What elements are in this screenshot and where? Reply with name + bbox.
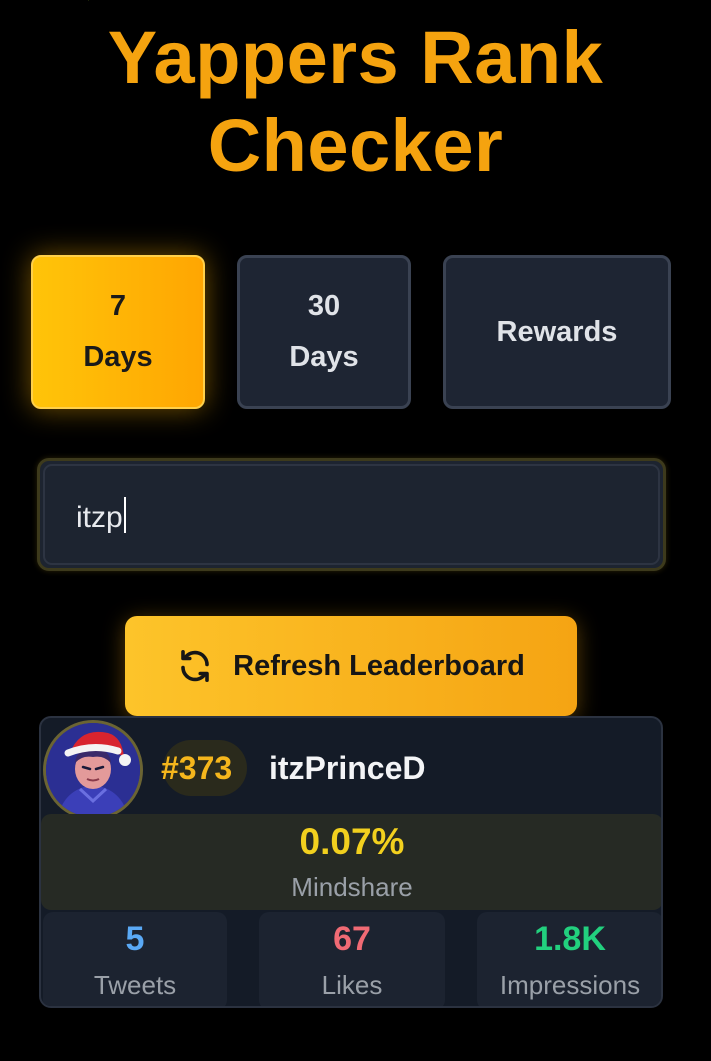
- stat-likes-value: 67: [333, 920, 371, 958]
- tab-30-days[interactable]: 30 Days: [237, 255, 411, 409]
- search-input[interactable]: itzp: [76, 497, 616, 537]
- search-input-value: itzp: [76, 501, 123, 534]
- stat-impressions: 1.8K Impressions: [477, 912, 661, 1006]
- period-tabs: 7 Days 30 Days Rewards: [31, 255, 671, 413]
- mindshare-value: 0.07%: [299, 821, 405, 862]
- tab-7-days[interactable]: 7 Days: [31, 255, 205, 409]
- mindshare-panel: 0.07% Mindshare: [41, 814, 661, 910]
- avatar: [43, 720, 143, 820]
- text-caret: [123, 497, 126, 533]
- stat-impressions-label: Impressions: [499, 970, 641, 1000]
- app-page: ✦ Yappers Rank Checker 7 Days 30 Days Re…: [0, 0, 711, 1061]
- stat-likes-label: Likes: [321, 970, 383, 1000]
- refresh-leaderboard-button[interactable]: Refresh Leaderboard: [125, 616, 577, 716]
- stat-tweets: 5 Tweets: [43, 912, 227, 1006]
- stat-tweets-value: 5: [125, 920, 145, 958]
- avatar-santa-hat-icon: [46, 723, 140, 817]
- stat-tweets-label: Tweets: [93, 970, 177, 1000]
- mindshare-label: Mindshare: [291, 872, 413, 902]
- stat-impressions-value: 1.8K: [534, 920, 606, 958]
- username: itzPrinceD: [269, 750, 426, 786]
- search-field[interactable]: itzp: [37, 458, 666, 571]
- refresh-button-label: Refresh Leaderboard: [233, 649, 525, 682]
- user-result-card: #373 itzPrinceD 0.07% Mindshare 5 Tweets…: [39, 716, 663, 1008]
- tab-rewards[interactable]: Rewards: [443, 255, 671, 409]
- refresh-icon: [181, 649, 209, 683]
- page-title: Yappers Rank Checker: [107, 16, 604, 187]
- stat-likes: 67 Likes: [259, 912, 445, 1006]
- rank-value: #373: [161, 750, 233, 786]
- sparkle-icon: ✦: [84, 0, 94, 4]
